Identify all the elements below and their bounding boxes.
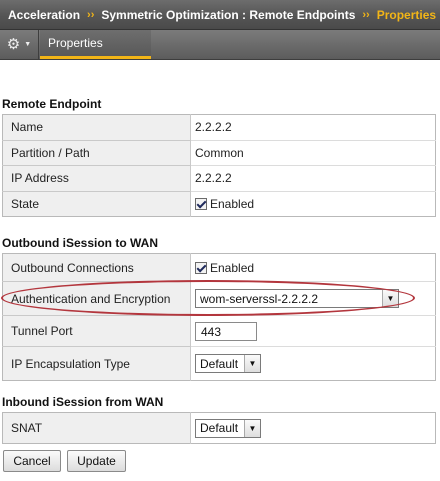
- outbound-table: Outbound Connections Enabled Authenticat…: [2, 253, 436, 381]
- table-row: SNAT Default ▼: [2, 412, 436, 444]
- table-row: IP Encapsulation Type Default ▼: [2, 346, 436, 381]
- gear-icon: ⚙: [6, 36, 21, 53]
- ip-encapsulation-selected: Default: [200, 356, 239, 371]
- outbound-connections-label: Outbound Connections: [2, 253, 191, 282]
- table-row: IP Address 2.2.2.2: [2, 165, 436, 192]
- breadcrumb-acceleration[interactable]: Acceleration: [8, 8, 80, 22]
- chevron-down-icon: ▼: [244, 419, 260, 437]
- remote-endpoint-table: Name 2.2.2.2 Partition / Path Common IP …: [2, 114, 436, 217]
- state-label: State: [2, 191, 191, 217]
- breadcrumb-separator: ››: [87, 8, 95, 21]
- tab-bar: ⚙ ▼ Properties: [0, 30, 440, 60]
- state-enabled-label: Enabled: [210, 196, 255, 211]
- state-value: Enabled: [190, 191, 436, 217]
- ip-address-value: 2.2.2.2: [190, 165, 436, 192]
- name-label: Name: [2, 114, 191, 141]
- chevron-down-icon: ▼: [382, 290, 398, 307]
- table-row: Partition / Path Common: [2, 140, 436, 166]
- outbound-connections-enabled-label: Enabled: [210, 260, 255, 275]
- outbound-connections-checkbox[interactable]: [195, 261, 207, 274]
- section-title-inbound: Inbound iSession from WAN: [2, 395, 164, 409]
- auth-encryption-select[interactable]: wom-serverssl-2.2.2.2 ▼: [195, 289, 399, 308]
- tab-properties[interactable]: Properties: [40, 30, 151, 59]
- chevron-down-icon: ▼: [244, 355, 260, 372]
- name-value: 2.2.2.2: [190, 114, 436, 141]
- update-button[interactable]: Update: [67, 450, 126, 472]
- tunnel-port-input[interactable]: 443: [195, 321, 257, 341]
- breadcrumb: Acceleration ›› Symmetric Optimization :…: [0, 0, 440, 30]
- gear-menu-button[interactable]: ⚙ ▼: [0, 30, 39, 59]
- section-title-remote-endpoint: Remote Endpoint: [2, 97, 102, 111]
- auth-encryption-value: wom-serverssl-2.2.2.2 ▼: [190, 281, 436, 316]
- section-title-outbound: Outbound iSession to WAN: [2, 236, 158, 250]
- table-row: Authentication and Encryption wom-server…: [2, 281, 436, 316]
- table-row: State Enabled: [2, 191, 436, 217]
- partition-value: Common: [190, 140, 436, 166]
- state-checkbox[interactable]: [195, 197, 207, 210]
- breadcrumb-remote-endpoints[interactable]: Symmetric Optimization : Remote Endpoint…: [101, 8, 355, 22]
- breadcrumb-separator: ››: [362, 8, 370, 21]
- snat-value: Default ▼: [190, 412, 436, 444]
- tunnel-port-label: Tunnel Port: [2, 315, 191, 347]
- inbound-table: SNAT Default ▼: [2, 412, 436, 444]
- breadcrumb-current: Properties: [376, 7, 437, 22]
- ip-address-label: IP Address: [2, 165, 191, 192]
- outbound-connections-value: Enabled: [190, 253, 436, 282]
- snat-select[interactable]: Default ▼: [195, 418, 261, 438]
- auth-encryption-selected: wom-serverssl-2.2.2.2: [200, 291, 319, 306]
- chevron-down-icon: ▼: [24, 41, 32, 48]
- snat-label: SNAT: [2, 412, 191, 444]
- ip-encapsulation-label: IP Encapsulation Type: [2, 346, 191, 381]
- table-row: Tunnel Port 443: [2, 315, 436, 347]
- cancel-button[interactable]: Cancel: [3, 450, 61, 472]
- partition-label: Partition / Path: [2, 140, 191, 166]
- table-row: Outbound Connections Enabled: [2, 253, 436, 282]
- tunnel-port-value: 443: [190, 315, 436, 347]
- ip-encapsulation-select[interactable]: Default ▼: [195, 354, 261, 373]
- table-row: Name 2.2.2.2: [2, 114, 436, 141]
- snat-selected: Default: [200, 421, 239, 435]
- auth-encryption-label: Authentication and Encryption: [2, 281, 191, 316]
- ip-encapsulation-value: Default ▼: [190, 346, 436, 381]
